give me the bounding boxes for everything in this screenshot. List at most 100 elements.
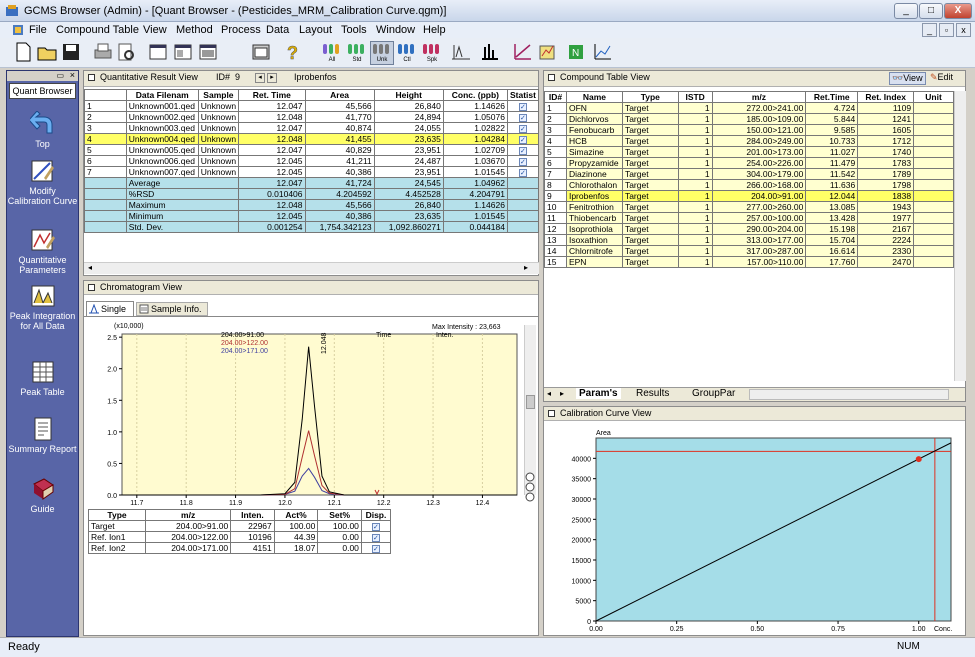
maximize-button[interactable]: □	[919, 3, 943, 19]
checkbox-icon[interactable]: ✓	[518, 158, 527, 166]
nav-item-summary-report[interactable]: Summary Report	[7, 416, 78, 454]
tab-sample-info[interactable]: Sample Info.	[136, 302, 208, 316]
panel-pin-icon[interactable]	[88, 74, 95, 81]
quant-col-header[interactable]: Data Filenam	[125, 89, 199, 101]
layout-3-icon[interactable]	[197, 41, 219, 63]
layout-4-icon[interactable]	[250, 41, 272, 63]
statistics-checkbox[interactable]: ✓	[506, 166, 540, 178]
next-compound-button[interactable]: ▸	[267, 73, 277, 83]
compound-row[interactable]: 2 Dichlorvos Target 1 185.00>109.00 5.844 1241	[544, 113, 954, 125]
scroll-thumb[interactable]	[526, 395, 535, 409]
nav-pin-icon[interactable]: ▭	[56, 71, 64, 80]
quant-col-header[interactable]: Sample	[197, 89, 240, 101]
open-folder-icon[interactable]	[36, 41, 58, 63]
compound-tool-icon[interactable]: N	[565, 41, 587, 63]
compound-row[interactable]: 9 Iprobenfos Target 1 204.00>91.00 12.044 1838	[544, 190, 954, 202]
minimize-button[interactable]: _	[894, 3, 918, 19]
menu-help[interactable]: Help	[423, 24, 446, 36]
panel-pin-icon[interactable]	[548, 74, 555, 81]
checkbox-icon[interactable]: ✓	[518, 103, 527, 111]
calibration-tool-icon[interactable]	[512, 41, 534, 63]
nav-item-quant-params[interactable]: Quantitative Parameters	[7, 227, 78, 275]
layout-2-icon[interactable]	[172, 41, 194, 63]
menu-layout[interactable]: Layout	[299, 24, 332, 36]
checkbox-icon[interactable]: ✓	[371, 534, 380, 542]
prev-compound-button[interactable]: ◂	[255, 73, 265, 83]
calibration-point[interactable]	[915, 456, 922, 463]
statistics-checkbox[interactable]: ✓	[506, 111, 540, 123]
compound-col-header[interactable]: Ret.Time	[805, 91, 859, 103]
nav-tab-quant-browser[interactable]: Quant Browser	[9, 83, 76, 99]
mdi-minimize-button[interactable]: _	[922, 23, 937, 37]
new-file-icon[interactable]	[12, 41, 34, 63]
nav-item-peak-table[interactable]: Peak Table	[7, 359, 78, 397]
compound-row[interactable]: 14 Chlornitrofe Target 1 317.00>287.00 16.614…	[544, 245, 954, 257]
help-icon[interactable]: ?	[281, 41, 303, 63]
close-button[interactable]: X	[944, 3, 972, 19]
compound-row[interactable]: 15 EPN Target 1 157.00>110.00 17.760 2470	[544, 256, 954, 268]
compound-row[interactable]: 1 OFN Target 1 272.00>241.00 4.724 1109	[544, 102, 954, 114]
statistics-checkbox[interactable]: ✓	[506, 144, 540, 156]
compound-row[interactable]: 11 Thiobencarb Target 1 257.00>100.00 13.428 1…	[544, 212, 954, 224]
tab-results[interactable]: Results	[636, 388, 669, 399]
checkbox-icon[interactable]: ✓	[518, 136, 527, 144]
display-checkbox[interactable]: ✓	[360, 531, 392, 543]
tab-grouppar[interactable]: GroupPar	[692, 388, 735, 399]
filter-ctl-button[interactable]: Ctl	[395, 41, 419, 65]
layout-1-icon[interactable]	[147, 41, 169, 63]
compound-row[interactable]: 6 Propyzamide Target 1 254.00>226.00 11.479 17…	[544, 157, 954, 169]
panel-pin-icon[interactable]	[548, 410, 555, 417]
nav-item-modify-calibration[interactable]: Modify Calibration Curve	[7, 158, 78, 206]
ion-row[interactable]: Target 204.00>91.00 22967 100.00 100.00 ✓	[87, 520, 392, 532]
quant-result-table[interactable]: Data Filenam Sample Ret. Time Area Height Con…	[84, 89, 540, 266]
tab-horizontal-scrollbar[interactable]	[749, 389, 949, 400]
tab-scroll-left-icon[interactable]: ◂	[547, 389, 551, 398]
compound-row[interactable]: 13 Isoxathion Target 1 313.00>177.00 15.704 22…	[544, 234, 954, 246]
checkbox-icon[interactable]: ✓	[371, 545, 380, 553]
statistics-checkbox[interactable]: ✓	[506, 100, 540, 112]
quant-col-header[interactable]	[84, 89, 127, 101]
menu-window[interactable]: Window	[376, 24, 415, 36]
display-checkbox[interactable]: ✓	[360, 520, 392, 532]
tab-scroll-right-icon[interactable]: ▸	[560, 389, 564, 398]
ion-table[interactable]: Type m/z Inten. Act% Set% Disp. Target 204.00>…	[87, 509, 392, 554]
nav-item-guide[interactable]: Guide	[7, 476, 78, 514]
statistics-checkbox[interactable]: ✓	[506, 133, 540, 145]
display-checkbox[interactable]: ✓	[360, 542, 392, 554]
compound-col-header[interactable]: ID#	[544, 91, 567, 103]
compound-col-header[interactable]: Unit	[913, 91, 954, 103]
print-preview-icon[interactable]	[115, 41, 137, 63]
print-icon[interactable]	[92, 41, 114, 63]
quant-row[interactable]: 6 Unknown006.qed Unknown 12.045 41,211 24,487…	[84, 155, 540, 167]
quant-row[interactable]: 4 Unknown004.qed Unknown 12.048 41,455 23,635…	[84, 133, 540, 145]
quant-row[interactable]: 3 Unknown003.qed Unknown 12.047 40,874 24,055…	[84, 122, 540, 134]
compound-row[interactable]: 5 Simazine Target 1 201.00>173.00 11.027 1740	[544, 146, 954, 158]
tab-params[interactable]: Param's	[576, 388, 621, 399]
nav-item-top[interactable]: Top	[7, 111, 78, 149]
quant-col-header[interactable]: Height	[373, 89, 444, 101]
integration-tool-icon[interactable]	[479, 41, 501, 63]
scroll-left-icon[interactable]: ◂	[88, 263, 92, 272]
filter-all-button[interactable]: All	[320, 41, 344, 65]
quant-col-header[interactable]: Conc. (ppb)	[442, 89, 508, 101]
quant-horizontal-scrollbar[interactable]: ◂ ▸	[84, 262, 539, 274]
menu-compound-table[interactable]: Compound Table	[56, 24, 139, 36]
calibration-chart[interactable]: Area Conc. 0 5000 10000 15000 20000 25000 3000…	[544, 423, 965, 635]
compound-vertical-scrollbar[interactable]	[954, 91, 966, 381]
compound-col-header[interactable]: Type	[621, 91, 679, 103]
menu-method[interactable]: Method	[176, 24, 213, 36]
panel-pin-icon[interactable]	[88, 284, 95, 291]
compound-col-header[interactable]: Name	[565, 91, 623, 103]
quant-col-header[interactable]: Area	[304, 89, 375, 101]
checkbox-icon[interactable]: ✓	[518, 169, 527, 177]
checkbox-icon[interactable]: ✓	[518, 147, 527, 155]
statistics-checkbox[interactable]: ✓	[506, 122, 540, 134]
compound-col-header[interactable]: m/z	[711, 91, 807, 103]
quant-row[interactable]: 1 Unknown001.qed Unknown 12.047 45,566 26,840…	[84, 100, 540, 112]
nav-item-peak-integration[interactable]: Peak Integration for All Data	[7, 283, 78, 331]
quant-col-header[interactable]: Statist	[506, 89, 540, 101]
scroll-right-icon[interactable]: ▸	[524, 263, 528, 272]
view-mode-button[interactable]: 👓View	[889, 72, 926, 85]
chrom-vertical-scrollbar[interactable]	[524, 325, 536, 495]
mdi-close-button[interactable]: x	[956, 23, 971, 37]
